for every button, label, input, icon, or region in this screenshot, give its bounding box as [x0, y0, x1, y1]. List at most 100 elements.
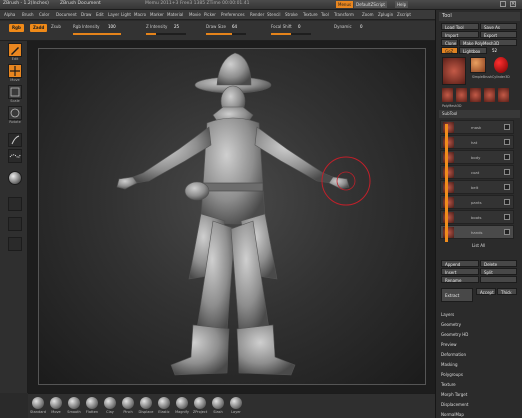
delete-button[interactable]: Delete [480, 260, 517, 267]
save-as-button[interactable]: Save As [480, 23, 517, 30]
menu-render[interactable]: Render [250, 12, 264, 17]
export-button[interactable]: Export [480, 31, 517, 38]
tool-panel-title[interactable]: Tool [439, 12, 520, 21]
menu-color[interactable]: Color [39, 12, 49, 17]
tool-thumb-small-4[interactable] [484, 88, 495, 102]
section-masking[interactable]: Masking [441, 362, 458, 367]
section-normalmap[interactable]: NormalMap [441, 412, 464, 417]
menu-draw[interactable]: Draw [81, 12, 91, 17]
section-geometry[interactable]: Geometry [441, 322, 461, 327]
make-polymesh-button[interactable]: Make PolyMesh3D [459, 39, 517, 46]
close-icon[interactable]: × [510, 1, 516, 7]
subtool-row[interactable]: pants [440, 195, 514, 209]
brush-smooth[interactable] [68, 397, 80, 409]
thick-button[interactable]: Thick [497, 288, 517, 295]
tool-thumb-small-2[interactable] [456, 88, 467, 102]
tool-thumb-character[interactable] [442, 57, 466, 85]
subtool-row-selected[interactable]: hands [440, 225, 514, 239]
eye-toggle-icon[interactable] [504, 154, 510, 160]
brush-magnify[interactable] [176, 397, 188, 409]
section-preview[interactable]: Preview [441, 342, 457, 347]
eye-toggle-icon[interactable] [504, 169, 510, 175]
brush-selector[interactable] [8, 133, 22, 147]
subtool-row[interactable]: belt [440, 180, 514, 194]
eye-toggle-icon[interactable] [504, 214, 510, 220]
subtool-row[interactable]: hat [440, 135, 514, 149]
tool-thumb-small-3[interactable] [470, 88, 481, 102]
menu-stencil[interactable]: Stencil [267, 12, 281, 17]
section-morph-target[interactable]: Morph Target [441, 392, 467, 397]
menu-light[interactable]: Light [121, 12, 131, 17]
menu-zoom[interactable]: Zoom [362, 12, 374, 17]
brush-clay[interactable] [104, 397, 116, 409]
menu-texture[interactable]: Texture [303, 12, 318, 17]
import-button[interactable]: Import [441, 31, 479, 38]
extract-button[interactable]: Extract [441, 288, 473, 302]
list-all-button[interactable]: List All [472, 243, 485, 248]
color-selector[interactable] [8, 237, 22, 251]
tool-thumb-sphere[interactable] [494, 57, 508, 73]
edit-button[interactable] [8, 43, 22, 57]
eye-toggle-icon[interactable] [504, 184, 510, 190]
brush-move[interactable] [50, 397, 62, 409]
section-deformation[interactable]: Deformation [441, 352, 466, 357]
draw-size-slider[interactable] [206, 33, 246, 35]
insert-button[interactable]: Insert [441, 268, 479, 275]
tool-thumb-simplebrush[interactable] [470, 57, 486, 73]
tool-thumb-small-5[interactable] [498, 88, 509, 102]
menu-material[interactable]: Material [167, 12, 183, 17]
subtool-scrollbar[interactable] [445, 124, 448, 242]
lightbox-button[interactable]: Lightbox [459, 47, 487, 54]
eye-toggle-icon[interactable] [504, 229, 510, 235]
menu-brush[interactable]: Brush [22, 12, 34, 17]
goz-button[interactable]: GoZ [441, 47, 458, 54]
brush-flatten[interactable] [86, 397, 98, 409]
rotate-button[interactable] [8, 106, 22, 120]
menu-stroke[interactable]: Stroke [285, 12, 298, 17]
move-button[interactable] [8, 64, 22, 78]
brush-zproject[interactable] [194, 397, 206, 409]
brush-pinch[interactable] [122, 397, 134, 409]
brush-standard[interactable] [32, 397, 44, 409]
rename-button[interactable]: Rename [441, 276, 479, 283]
material-selector[interactable] [8, 171, 22, 185]
clone-button[interactable]: Clone [441, 39, 458, 46]
split-button[interactable]: Split [480, 268, 517, 275]
subtool-row[interactable]: boots [440, 210, 514, 224]
default-zscript-button[interactable]: DefaultZScript [354, 1, 387, 8]
tool-thumb-small-1[interactable] [442, 88, 453, 102]
menu-zplugin[interactable]: Zplugin [378, 12, 393, 17]
menu-edit[interactable]: Edit [96, 12, 104, 17]
menus-button[interactable]: Menus [336, 1, 354, 8]
document-viewport[interactable] [38, 48, 426, 385]
rgb-button[interactable]: Rgb [9, 24, 24, 32]
brush-layer[interactable] [230, 397, 242, 409]
brush-slash[interactable] [212, 397, 224, 409]
menu-tool[interactable]: Tool [321, 12, 329, 17]
menu-macro[interactable]: Macro [134, 12, 146, 17]
menu-layer[interactable]: Layer [108, 12, 119, 17]
scale-button[interactable] [8, 85, 22, 99]
rgb-intensity-slider[interactable] [73, 33, 121, 35]
menu-transform[interactable]: Transform [334, 12, 354, 17]
focal-shift-slider[interactable] [271, 33, 311, 35]
menu-marker[interactable]: Marker [150, 12, 164, 17]
subtool-row[interactable]: mask [440, 120, 514, 134]
subtool-row[interactable]: coat [440, 165, 514, 179]
menu-preferences[interactable]: Preferences [221, 12, 245, 17]
eye-toggle-icon[interactable] [504, 124, 510, 130]
eye-toggle-icon[interactable] [504, 199, 510, 205]
append-button[interactable]: Append [441, 260, 479, 267]
menu-picker[interactable]: Picker [204, 12, 216, 17]
project-all-button[interactable] [480, 276, 517, 283]
brush-displace[interactable] [140, 397, 152, 409]
load-tool-button[interactable]: Load Tool [441, 23, 479, 30]
section-layers[interactable]: Layers [441, 312, 454, 317]
texture-selector[interactable] [8, 197, 22, 211]
menu-alpha[interactable]: Alpha [4, 12, 15, 17]
minimize-icon[interactable] [500, 1, 506, 7]
z-intensity-slider[interactable] [146, 33, 186, 35]
section-geometry-hd[interactable]: Geometry HD [441, 332, 468, 337]
menu-movie[interactable]: Movie [189, 12, 201, 17]
zsub-button[interactable]: Zsub [51, 24, 61, 29]
